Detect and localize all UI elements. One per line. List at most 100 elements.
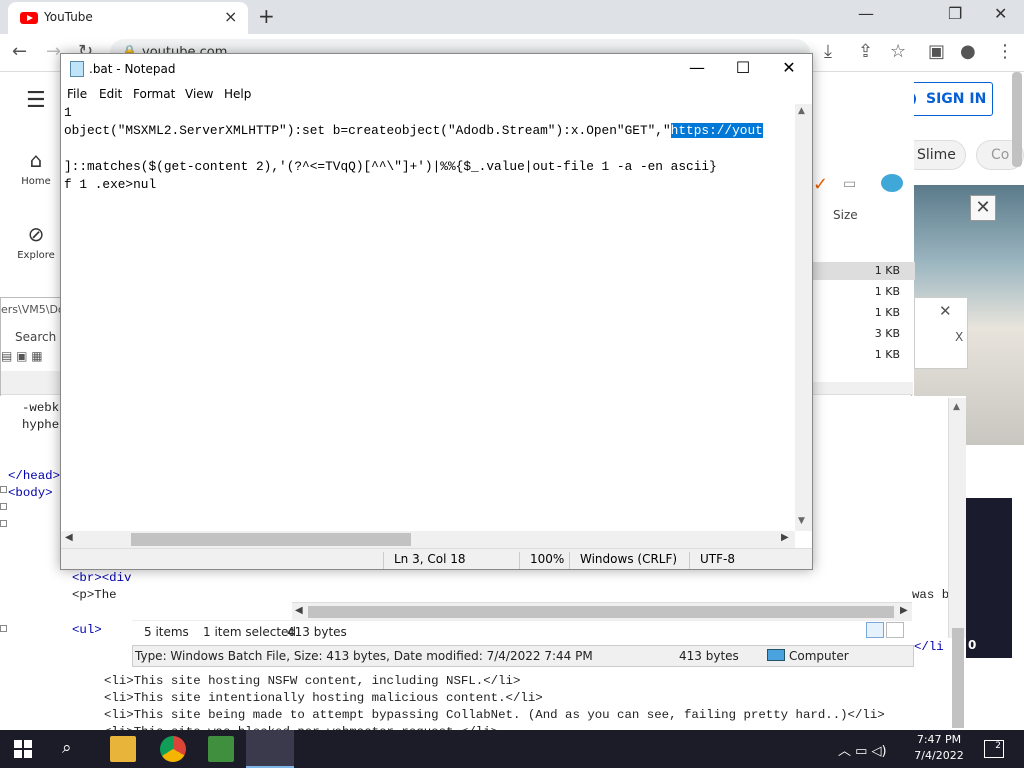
home-icon: ⌂ [29, 148, 43, 172]
computer-icon [767, 649, 785, 661]
notepad-titlebar[interactable]: .bat - Notepad — ☐ ✕ [61, 54, 812, 84]
menu-format[interactable]: Format [133, 87, 175, 101]
scroll-thumb[interactable] [308, 606, 894, 618]
start-button[interactable] [14, 740, 32, 758]
chip-label: Co [991, 147, 1010, 163]
clock-date: 7/4/2022 [914, 749, 964, 762]
scroll-down-icon[interactable]: ▼ [798, 516, 805, 526]
details-view-icon[interactable] [866, 622, 884, 638]
size-cell: 1 KB [874, 348, 900, 361]
hamburger-menu-icon[interactable]: ☰ [26, 88, 46, 113]
side-dialog-close-icon[interactable]: ✕ [939, 302, 952, 320]
file-details: Type: Windows Batch File, Size: 413 byte… [135, 649, 593, 663]
taskbar-clock[interactable]: 7:47 PM 7/4/2022 [906, 732, 972, 766]
size-cell: 1 KB [874, 264, 900, 277]
profile-icon[interactable]: ● [960, 41, 976, 62]
selected-text: https://yout [670, 123, 763, 138]
view-toggle [866, 622, 910, 642]
nav-explore[interactable]: ⊘ Explore [10, 222, 62, 261]
file-explorer-taskbar-icon[interactable] [110, 736, 136, 762]
menu-view[interactable]: View [185, 87, 213, 101]
close-overlay-icon[interactable]: ✕ [970, 195, 996, 221]
back-icon[interactable]: ← [12, 41, 27, 62]
close-tab-icon[interactable]: × [224, 7, 237, 26]
tab-strip: YouTube × + — ❐ ✕ [0, 0, 1024, 34]
minimize-icon[interactable]: — [858, 4, 874, 23]
menu-edit[interactable]: Edit [99, 87, 122, 101]
forward-icon[interactable]: → [46, 41, 61, 62]
menu-kebab-icon[interactable]: ⋮ [996, 41, 1014, 62]
menu-file[interactable]: File [67, 87, 87, 101]
scroll-left-icon[interactable]: ◀ [295, 605, 303, 616]
sign-in-button[interactable]: SIGN IN [900, 82, 993, 116]
fold-toggle-icon[interactable] [0, 486, 7, 493]
scroll-left-icon[interactable]: ◀ [65, 532, 73, 543]
scroll-thumb[interactable] [952, 628, 964, 728]
nav-home[interactable]: ⌂ Home [10, 148, 62, 187]
toolbar-icons[interactable]: ▤ ▣ ▦ [1, 349, 43, 363]
chip-label: Slime [917, 147, 956, 163]
bookmark-star-icon[interactable]: ☆ [890, 41, 906, 62]
explorer-horizontal-scrollbar[interactable]: ◀ ▶ [292, 602, 912, 620]
restore-icon[interactable]: ❐ [948, 4, 962, 23]
fold-toggle-icon[interactable] [0, 625, 7, 632]
zoom-level: 100% [519, 552, 564, 569]
preview-view-icon[interactable] [886, 622, 904, 638]
install-icon[interactable]: ⤓ [824, 41, 832, 62]
notification-center-icon[interactable]: 2 [984, 740, 1004, 758]
code-vertical-scrollbar[interactable]: ▲ [948, 398, 966, 728]
code-line: <ul> [72, 623, 102, 637]
notepad-text-area[interactable]: 1 object("MSXML2.ServerXMLHTTP"):set b=c… [61, 104, 795, 531]
fold-toggle-icon[interactable] [0, 503, 7, 510]
system-tray-icons[interactable]: ︿ ▭ ◁) [838, 740, 887, 759]
clock-time: 7:47 PM [916, 733, 962, 746]
scroll-right-icon[interactable]: ▶ [900, 605, 908, 616]
scroll-thumb[interactable] [131, 533, 411, 546]
globe-icon [881, 174, 903, 192]
tab-youtube[interactable]: YouTube × [8, 2, 248, 34]
size-cell: 1 KB [874, 306, 900, 319]
close-window-icon[interactable]: ✕ [994, 4, 1007, 23]
file-info-bar: Type: Windows Batch File, Size: 413 byte… [132, 645, 914, 667]
side-panel-icon[interactable]: ▣ [928, 41, 945, 62]
share-icon[interactable]: ⇪ [858, 41, 873, 62]
size-column-header[interactable]: Size [833, 208, 858, 222]
chrome-taskbar-icon[interactable] [160, 736, 186, 762]
text-line-content: object("MSXML2.ServerXMLHTTP"):set b=cre… [64, 123, 671, 138]
nav-home-label: Home [21, 176, 51, 187]
explorer-status-bar: 5 items 1 item selected 413 bytes [132, 620, 912, 644]
code-line: </head> [8, 469, 61, 483]
text-line: ]::matches($(get-content 2),'(?^<=TVqQ)[… [64, 159, 717, 174]
line-ending: Windows (CRLF) [569, 552, 677, 569]
code-fold-gutter [0, 480, 8, 640]
youtube-scrollbar[interactable] [1012, 72, 1022, 167]
explorer-search-label[interactable]: Search [15, 330, 56, 344]
notepad-close-icon[interactable]: ✕ [774, 58, 804, 77]
code-line: <body> [8, 486, 53, 500]
notepad-title: .bat - Notepad [89, 62, 176, 76]
new-tab-icon[interactable]: + [258, 4, 275, 28]
menu-help[interactable]: Help [224, 87, 251, 101]
notepad-app-icon [70, 61, 84, 77]
scroll-up-icon[interactable]: ▲ [953, 402, 960, 412]
notepad-taskbar-icon[interactable] [246, 730, 294, 768]
code-line: <p>The [72, 588, 125, 602]
encoding: UTF-8 [689, 552, 735, 569]
search-icon[interactable]: ⌕ [62, 738, 72, 758]
video-thumbnail-2[interactable]: 0 [966, 498, 1012, 658]
side-dialog-x[interactable]: X [955, 330, 963, 344]
explorer-path: ers\VM5\Do [1, 303, 65, 316]
size-cell: 1 KB [874, 285, 900, 298]
notepad-horizontal-scrollbar[interactable]: ◀ ▶ [61, 531, 795, 548]
youtube-logo-icon [20, 12, 38, 24]
text-line: object("MSXML2.ServerXMLHTTP"):set b=cre… [64, 122, 763, 140]
notepad-maximize-icon[interactable]: ☐ [728, 58, 758, 77]
fold-toggle-icon[interactable] [0, 520, 7, 527]
scroll-up-icon[interactable]: ▲ [798, 106, 805, 116]
notepad-minimize-icon[interactable]: — [682, 58, 712, 77]
notepad-vertical-scrollbar[interactable]: ▲ ▼ [795, 104, 812, 531]
editor-taskbar-icon[interactable] [208, 736, 234, 762]
card-icon: ▭ [843, 176, 857, 192]
scroll-right-icon[interactable]: ▶ [781, 532, 789, 543]
selection-bytes: 413 bytes [287, 625, 347, 639]
